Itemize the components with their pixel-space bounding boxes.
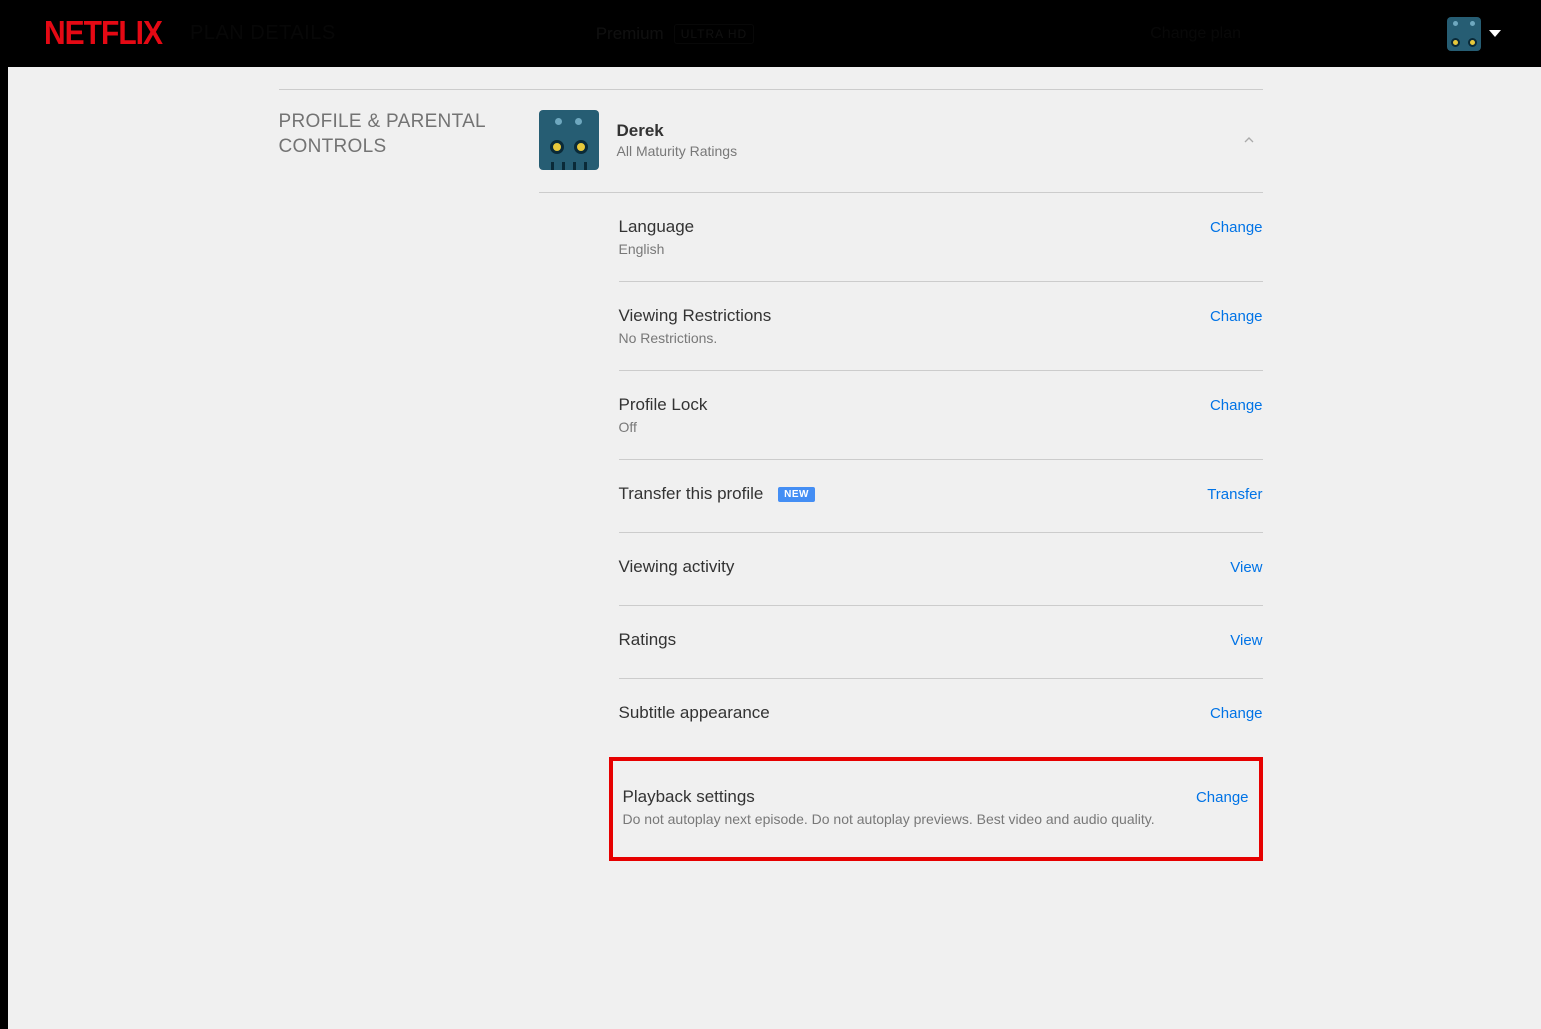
topbar: NETFLIX PLAN DETAILS Premium ULTRA HD Ch… (0, 0, 1541, 67)
playback-title: Playback settings (623, 787, 1155, 807)
caret-down-icon (1489, 30, 1501, 37)
row-viewing-activity: Viewing activity View (619, 533, 1263, 606)
section-heading: PROFILE & PARENTAL CONTROLS (279, 104, 539, 861)
language-value: English (619, 241, 695, 257)
ratings-view-link[interactable]: View (1230, 632, 1262, 649)
activity-title: Viewing activity (619, 557, 735, 577)
language-title: Language (619, 217, 695, 237)
restrictions-title: Viewing Restrictions (619, 306, 772, 326)
activity-view-link[interactable]: View (1230, 559, 1262, 576)
change-plan-link[interactable]: Change plan (1150, 25, 1241, 43)
plan-details-dimmed: PLAN DETAILS Premium ULTRA HD (190, 22, 754, 45)
ultra-hd-badge: ULTRA HD (674, 24, 754, 44)
playback-change-link[interactable]: Change (1196, 789, 1249, 806)
transfer-title: Transfer this profile (619, 484, 764, 503)
row-ratings: Ratings View (619, 606, 1263, 679)
ratings-title: Ratings (619, 630, 677, 650)
row-transfer-profile: Transfer this profile NEW Transfer (619, 460, 1263, 533)
new-badge: NEW (778, 487, 815, 502)
account-menu[interactable] (1447, 17, 1501, 51)
page-content: PROFILE & PARENTAL CONTROLS Derek All Ma… (279, 89, 1263, 861)
subtitle-title: Subtitle appearance (619, 703, 770, 723)
subtitle-change-link[interactable]: Change (1210, 705, 1263, 722)
row-profile-lock: Profile Lock Off Change (619, 371, 1263, 460)
language-change-link[interactable]: Change (1210, 219, 1263, 236)
playback-highlight-box: Playback settings Do not autoplay next e… (609, 757, 1263, 861)
profile-name: Derek (617, 121, 738, 141)
row-subtitle-appearance: Subtitle appearance Change (619, 679, 1263, 751)
account-avatar-icon (1447, 17, 1481, 51)
plan-details-label: PLAN DETAILS (190, 22, 336, 45)
profile-lock-title: Profile Lock (619, 395, 708, 415)
restrictions-change-link[interactable]: Change (1210, 308, 1263, 325)
transfer-link[interactable]: Transfer (1207, 486, 1262, 503)
profile-avatar-icon (539, 110, 599, 170)
playback-sub: Do not autoplay next episode. Do not aut… (623, 811, 1155, 827)
profile-header-row[interactable]: Derek All Maturity Ratings (539, 104, 1263, 193)
plan-tier: Premium (596, 24, 664, 44)
row-language: Language English Change (619, 193, 1263, 282)
profile-maturity: All Maturity Ratings (617, 143, 738, 159)
profile-lock-change-link[interactable]: Change (1210, 397, 1263, 414)
row-playback-settings: Playback settings Do not autoplay next e… (623, 761, 1249, 857)
profile-lock-value: Off (619, 419, 708, 435)
restrictions-value: No Restrictions. (619, 330, 772, 346)
left-edge-strip (0, 0, 8, 1029)
netflix-logo[interactable]: NETFLIX (44, 15, 162, 52)
chevron-up-icon[interactable] (1241, 132, 1257, 148)
row-viewing-restrictions: Viewing Restrictions No Restrictions. Ch… (619, 282, 1263, 371)
